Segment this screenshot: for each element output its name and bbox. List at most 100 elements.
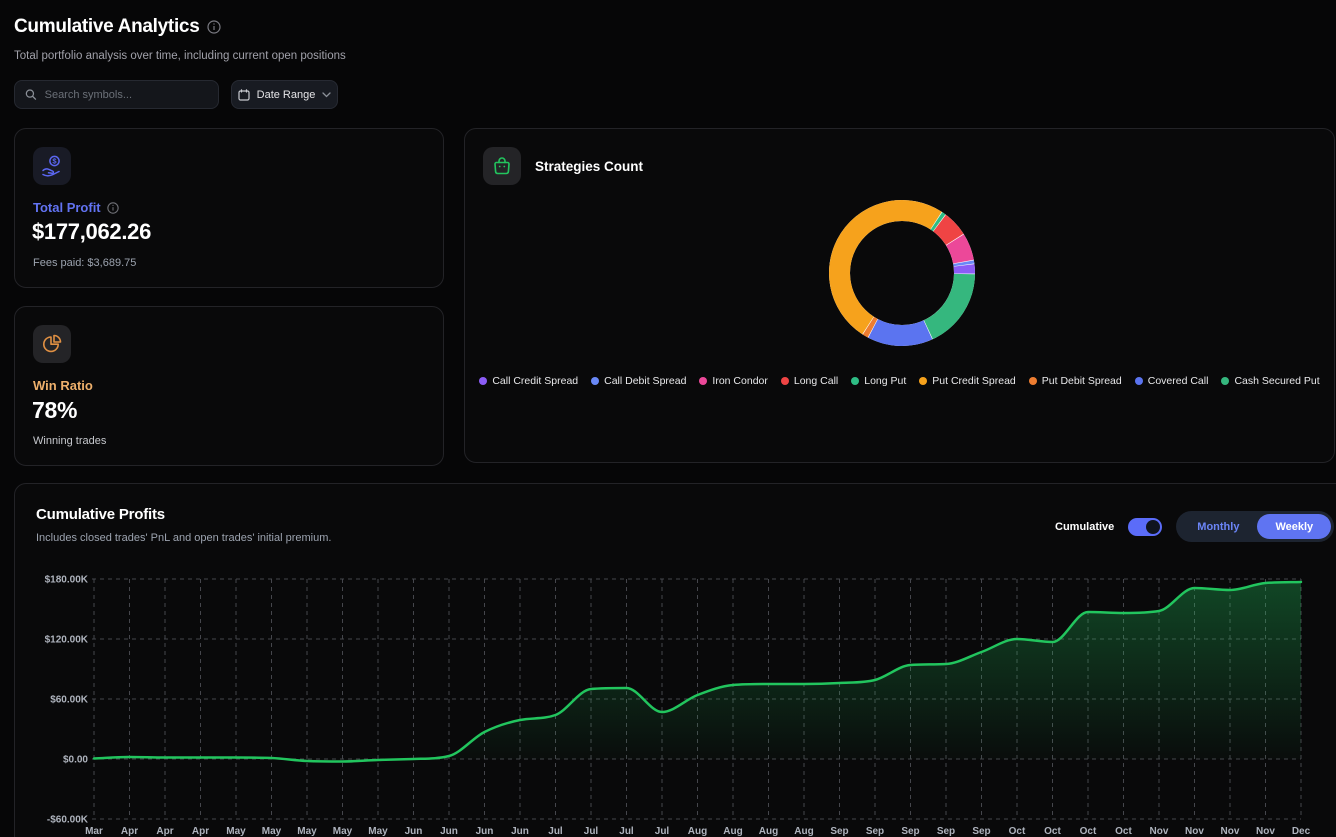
legend-item-put-credit-spread[interactable]: Put Credit Spread bbox=[919, 375, 1015, 387]
x-axis-tick: Sep bbox=[830, 826, 848, 837]
x-axis-tick: May bbox=[262, 826, 282, 837]
info-icon[interactable] bbox=[207, 20, 221, 34]
win-ratio-label-row: Win Ratio bbox=[33, 378, 93, 393]
legend-dot bbox=[1029, 377, 1037, 385]
win-ratio-footnote: Winning trades bbox=[33, 435, 106, 447]
legend-dot bbox=[1221, 377, 1229, 385]
x-axis-tick: May bbox=[226, 826, 246, 837]
chevron-down-icon bbox=[322, 92, 331, 98]
legend-dot bbox=[851, 377, 859, 385]
cumulative-profits-chart[interactable]: $180.00K$120.00K$60.00K$0.00-$60.00KMarA… bbox=[15, 562, 1336, 837]
search-icon bbox=[25, 88, 37, 101]
legend-label: Cash Secured Put bbox=[1234, 375, 1319, 387]
total-profit-card: $ Total Profit $177,062.26 Fees paid: $3… bbox=[14, 128, 444, 288]
x-axis-tick: Nov bbox=[1221, 826, 1240, 837]
strategies-count-card: Strategies Count Call Credit SpreadCall … bbox=[464, 128, 1335, 463]
x-axis-tick: Oct bbox=[1044, 826, 1061, 837]
x-axis-tick: Oct bbox=[1080, 826, 1097, 837]
calendar-icon bbox=[238, 89, 250, 101]
y-axis-tick: $120.00K bbox=[45, 635, 89, 646]
donut-segment-long-call[interactable] bbox=[940, 223, 955, 239]
cumulative-profits-title: Cumulative Profits bbox=[36, 506, 165, 523]
donut-segment-put-debit-spread[interactable] bbox=[868, 326, 872, 328]
total-profit-icon-tile: $ bbox=[33, 147, 71, 185]
period-option-monthly[interactable]: Monthly bbox=[1179, 514, 1257, 539]
total-profit-footnote: Fees paid: $3,689.75 bbox=[33, 257, 136, 269]
cumulative-profits-subtitle: Includes closed trades' PnL and open tra… bbox=[36, 532, 331, 544]
legend-dot bbox=[699, 377, 707, 385]
x-axis-tick: Mar bbox=[85, 826, 103, 837]
legend-item-put-debit-spread[interactable]: Put Debit Spread bbox=[1029, 375, 1122, 387]
page-title-row: Cumulative Analytics bbox=[14, 16, 221, 38]
x-axis-tick: Apr bbox=[192, 826, 209, 837]
y-axis-tick: $60.00K bbox=[50, 695, 89, 706]
win-ratio-icon-tile bbox=[33, 325, 71, 363]
win-ratio-value: 78% bbox=[32, 397, 77, 424]
donut-segment-iron-condor[interactable] bbox=[955, 240, 963, 262]
total-profit-value: $177,062.26 bbox=[32, 219, 151, 245]
total-profit-label-row: Total Profit bbox=[33, 200, 119, 215]
donut-segment-long-put[interactable] bbox=[936, 221, 939, 223]
cumulative-toggle[interactable] bbox=[1128, 518, 1162, 536]
legend-item-call-credit-spread[interactable]: Call Credit Spread bbox=[479, 375, 578, 387]
legend-item-call-debit-spread[interactable]: Call Debit Spread bbox=[591, 375, 686, 387]
donut-segment-cash-secured-put[interactable] bbox=[928, 274, 964, 330]
legend-label: Call Debit Spread bbox=[604, 375, 686, 387]
x-axis-tick: Jul bbox=[619, 826, 634, 837]
donut-segment-put-credit-spread[interactable] bbox=[840, 211, 937, 326]
x-axis-tick: Jul bbox=[548, 826, 563, 837]
x-axis-tick: Apr bbox=[121, 826, 138, 837]
info-icon[interactable] bbox=[107, 202, 119, 214]
strategies-donut-chart[interactable] bbox=[817, 188, 987, 358]
period-option-weekly[interactable]: Weekly bbox=[1257, 514, 1331, 539]
legend-label: Put Credit Spread bbox=[932, 375, 1015, 387]
legend-item-covered-call[interactable]: Covered Call bbox=[1135, 375, 1209, 387]
legend-label: Iron Condor bbox=[712, 375, 767, 387]
date-range-button[interactable]: Date Range bbox=[231, 80, 338, 109]
x-axis-tick: Sep bbox=[972, 826, 990, 837]
x-axis-tick: Aug bbox=[794, 826, 813, 837]
legend-item-iron-condor[interactable]: Iron Condor bbox=[699, 375, 767, 387]
x-axis-tick: Aug bbox=[723, 826, 742, 837]
win-ratio-label: Win Ratio bbox=[33, 378, 93, 393]
search-box[interactable] bbox=[14, 80, 219, 109]
legend-item-cash-secured-put[interactable]: Cash Secured Put bbox=[1221, 375, 1319, 387]
page-subtitle: Total portfolio analysis over time, incl… bbox=[14, 50, 346, 62]
x-axis-tick: Aug bbox=[688, 826, 707, 837]
legend-label: Call Credit Spread bbox=[492, 375, 578, 387]
x-axis-tick: Jun bbox=[405, 826, 423, 837]
pie-chart-icon bbox=[41, 333, 63, 355]
legend-dot bbox=[1135, 377, 1143, 385]
x-axis-tick: Oct bbox=[1115, 826, 1132, 837]
x-axis-tick: Sep bbox=[901, 826, 919, 837]
cumulative-profits-card: Cumulative Profits Includes closed trade… bbox=[14, 483, 1336, 837]
strategies-legend: Call Credit Spread Call Debit Spread Iron … bbox=[465, 375, 1334, 387]
legend-dot bbox=[591, 377, 599, 385]
x-axis-tick: Nov bbox=[1150, 826, 1169, 837]
legend-item-long-call[interactable]: Long Call bbox=[781, 375, 838, 387]
cumulative-controls: Cumulative Monthly Weekly bbox=[1055, 511, 1334, 542]
strategies-count-title: Strategies Count bbox=[535, 159, 643, 174]
date-range-label: Date Range bbox=[257, 89, 316, 101]
x-axis-tick: Jun bbox=[511, 826, 529, 837]
legend-item-long-put[interactable]: Long Put bbox=[851, 375, 906, 387]
strategies-icon-tile bbox=[483, 147, 521, 185]
legend-label: Long Call bbox=[794, 375, 838, 387]
toggle-knob bbox=[1146, 520, 1160, 534]
x-axis-tick: May bbox=[368, 826, 388, 837]
legend-dot bbox=[479, 377, 487, 385]
x-axis-tick: May bbox=[297, 826, 317, 837]
search-input[interactable] bbox=[45, 89, 208, 101]
legend-dot bbox=[919, 377, 927, 385]
period-segmented-control: Monthly Weekly bbox=[1176, 511, 1334, 542]
hand-coin-icon: $ bbox=[40, 154, 64, 178]
x-axis-tick: May bbox=[333, 826, 353, 837]
x-axis-tick: Sep bbox=[866, 826, 884, 837]
y-axis-tick: $0.00 bbox=[63, 755, 88, 766]
x-axis-tick: Dec bbox=[1292, 826, 1311, 837]
legend-label: Long Put bbox=[864, 375, 906, 387]
x-axis-tick: Apr bbox=[156, 826, 173, 837]
cumulative-area-fill bbox=[94, 582, 1301, 762]
donut-segment-covered-call[interactable] bbox=[873, 328, 928, 335]
x-axis-tick: Jul bbox=[584, 826, 599, 837]
